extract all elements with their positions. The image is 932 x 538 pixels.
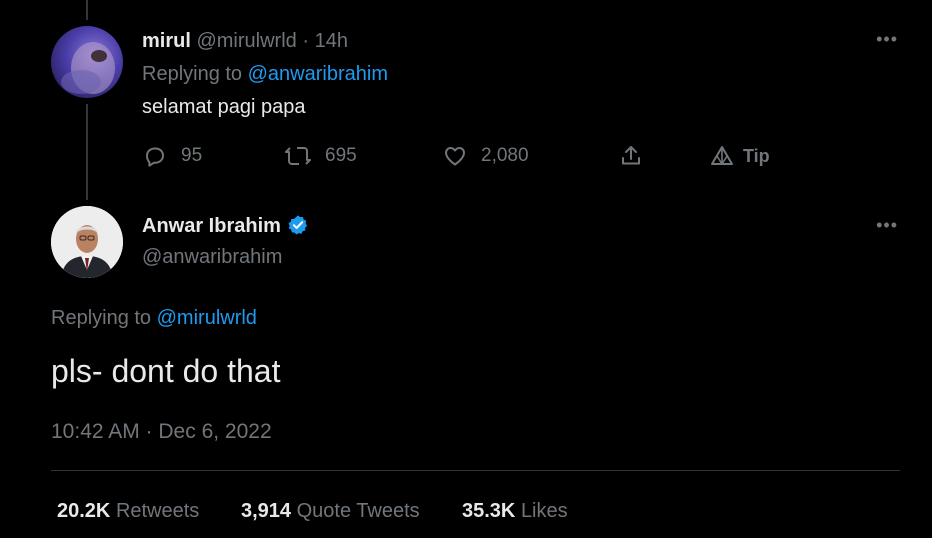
reply-text: selamat pagi papa xyxy=(142,96,306,118)
share-icon xyxy=(622,146,640,165)
retweet-count: 695 xyxy=(325,145,357,166)
quote-tweets-value: 3,914 xyxy=(241,500,292,522)
thread-line-top xyxy=(86,0,88,20)
thread-line xyxy=(86,104,88,200)
main-header: Anwar Ibrahim xyxy=(142,214,309,238)
likes-label: Likes xyxy=(520,500,568,522)
main-replying-prefix: Replying to xyxy=(51,307,152,329)
retweets-label: Retweets xyxy=(115,500,200,522)
main-handle[interactable]: @anwaribrahim xyxy=(142,246,282,269)
tip-label: Tip xyxy=(743,145,770,166)
reply-time[interactable]: 14h xyxy=(315,30,348,52)
reply-icon xyxy=(146,147,164,167)
quote-tweets-stat[interactable]: 3,914 Quote Tweets xyxy=(241,500,420,523)
tip-icon xyxy=(711,146,733,165)
like-button[interactable]: 2,080 xyxy=(443,142,529,170)
retweets-value: 20.2K xyxy=(57,500,111,522)
main-tweet-text: pls- dont do that xyxy=(51,353,281,389)
replying-prefix: Replying to xyxy=(142,63,243,85)
reply-count: 95 xyxy=(181,145,203,166)
avatar-mirul[interactable] xyxy=(51,26,123,98)
main-timestamp[interactable]: 10:42 AM · Dec 6, 2022 xyxy=(51,420,272,444)
reply-separator: · xyxy=(302,30,310,52)
like-icon xyxy=(445,147,465,166)
avatar-anwar-image xyxy=(51,206,123,278)
verified-badge-icon xyxy=(288,215,307,235)
retweet-button[interactable]: 695 xyxy=(285,142,357,170)
share-button[interactable] xyxy=(619,142,643,170)
likes-stat[interactable]: 35.3K Likes xyxy=(462,500,568,523)
reply-replying-to: Replying to @anwaribrahim xyxy=(142,63,388,86)
reply-button[interactable]: 95 xyxy=(143,142,202,170)
replying-handle-link[interactable]: @anwaribrahim xyxy=(248,63,388,85)
reply-display-name[interactable]: mirul xyxy=(142,30,191,52)
main-display-name[interactable]: Anwar Ibrahim xyxy=(142,215,281,237)
main-replying-to: Replying to @mirulwrld xyxy=(51,307,257,330)
more-icon[interactable]: ••• xyxy=(876,30,898,48)
retweet-icon xyxy=(285,147,311,165)
retweets-stat[interactable]: 20.2K Retweets xyxy=(57,500,199,523)
stats-divider xyxy=(51,470,900,471)
reply-header: mirul @mirulwrld · 14h xyxy=(142,30,348,53)
reply-handle[interactable]: @mirulwrld xyxy=(196,30,296,52)
main-more-icon[interactable]: ••• xyxy=(876,216,898,234)
like-count: 2,080 xyxy=(481,145,529,166)
tip-button[interactable]: Tip xyxy=(710,142,770,170)
avatar-mirul-image xyxy=(61,42,115,94)
avatar-anwaribrahim[interactable] xyxy=(51,206,123,278)
likes-value: 35.3K xyxy=(462,500,516,522)
main-replying-handle-link[interactable]: @mirulwrld xyxy=(157,307,257,329)
quote-tweets-label: Quote Tweets xyxy=(296,500,420,522)
